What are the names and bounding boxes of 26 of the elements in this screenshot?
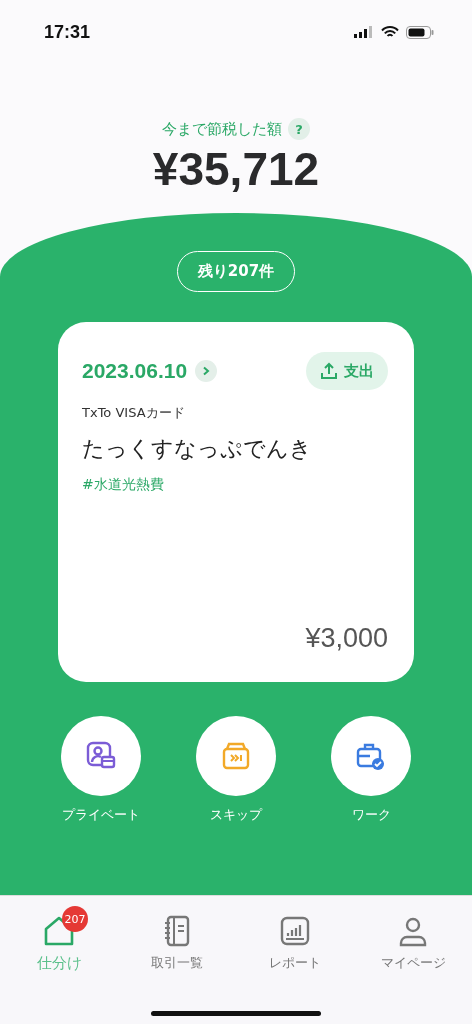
transaction-amount: ¥3,000 (305, 623, 388, 654)
savings-amount: ¥35,712 (152, 142, 320, 196)
tab-item[interactable]: 207 仕分け (4, 902, 114, 975)
action-label: スキップ (210, 806, 262, 824)
chevron-icon (201, 366, 212, 376)
expense-type-button[interactable]: 支出 (306, 352, 388, 390)
help-button[interactable]: ? (288, 118, 310, 140)
action-label: プライベート (62, 806, 140, 824)
category-tag: #水道光熱費 (82, 476, 388, 494)
merchant-name: たっくすなっぷでんき (82, 435, 313, 463)
chevron-button[interactable] (195, 360, 218, 382)
count-badge: 207 (62, 906, 88, 932)
savings-label: 今まで節税した額 (162, 119, 282, 139)
action-label: ワーク (351, 806, 391, 824)
account-name: TxTo VISAカード (82, 404, 186, 422)
chart-icon (278, 914, 312, 948)
tab-item[interactable]: マイページ (358, 902, 468, 975)
tab-item[interactable]: 取引一覧 (122, 902, 232, 975)
wifi-icon (381, 25, 399, 39)
upload-icon (320, 362, 338, 380)
status-time: 17:31 (44, 21, 91, 43)
battery-icon (406, 25, 434, 39)
transaction-date: 2023.06.10 (82, 359, 188, 383)
signal-icon (354, 26, 374, 38)
box-icon (220, 740, 252, 772)
tab-item[interactable]: レポート (240, 902, 350, 975)
